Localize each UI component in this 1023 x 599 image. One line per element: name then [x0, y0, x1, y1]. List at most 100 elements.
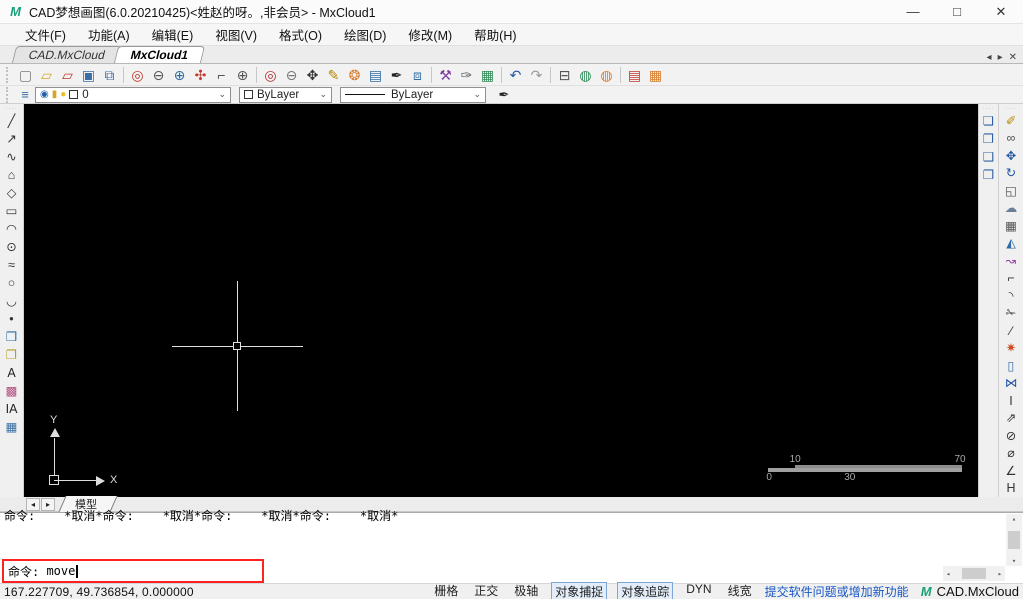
minimize-button[interactable]: —: [891, 0, 935, 23]
zoom-previous-icon[interactable]: ◎: [260, 65, 281, 85]
brush-style-icon[interactable]: ✒: [386, 65, 407, 85]
save-icon[interactable]: ▣: [78, 65, 99, 85]
create-block-icon[interactable]: ❐: [3, 346, 21, 364]
horizontal-scroll-thumb[interactable]: [962, 568, 986, 579]
match-properties-icon[interactable]: ✒: [494, 87, 514, 103]
status-toggle-dyn[interactable]: DYN: [683, 582, 714, 599]
copy-icon[interactable]: ∞: [1002, 130, 1020, 148]
pan-realtime-icon[interactable]: ✣: [190, 65, 211, 85]
ellipse-icon[interactable]: ○: [3, 274, 21, 292]
undo-icon[interactable]: ↶: [505, 65, 526, 85]
insert-block-icon[interactable]: ❒: [3, 328, 21, 346]
circle-icon[interactable]: ⊙: [3, 238, 21, 256]
extend-icon[interactable]: ∕: [1002, 322, 1020, 340]
status-toggle-polar[interactable]: 极轴: [511, 582, 541, 599]
collaboration-icon[interactable]: ⚒: [435, 65, 456, 85]
color-select[interactable]: ByLayer ⌄: [239, 87, 332, 103]
save-snapshot-icon[interactable]: ▦: [477, 65, 498, 85]
status-toggle-lineweight[interactable]: 线宽: [725, 582, 755, 599]
menu-item-2[interactable]: 编辑(E): [141, 23, 205, 46]
viewport-window-icon[interactable]: ⧈: [407, 65, 428, 85]
ellipse-arc-icon[interactable]: ◡: [3, 292, 21, 310]
web-home-icon[interactable]: ◍: [575, 65, 596, 85]
tab-close-icon[interactable]: ✕: [1009, 52, 1017, 63]
export-image-icon[interactable]: ▦: [645, 65, 666, 85]
layer-lock-icon[interactable]: ▮: [52, 89, 58, 100]
trim-icon[interactable]: ✁: [1002, 305, 1020, 323]
close-button[interactable]: ✕: [979, 0, 1023, 23]
status-toggle-osnap[interactable]: 对象捕捉: [551, 582, 607, 599]
vertical-scroll-thumb[interactable]: [1008, 531, 1020, 549]
zoom-window-icon[interactable]: ⌐: [211, 65, 232, 85]
fillet-icon[interactable]: ◝: [1002, 287, 1020, 305]
drawing-canvas[interactable]: Y X 1070 030: [24, 104, 978, 497]
spline-icon[interactable]: ≈: [3, 256, 21, 274]
dim-aligned-icon[interactable]: ⇗: [1002, 410, 1020, 428]
scroll-right-icon[interactable]: ▸: [997, 569, 1003, 579]
ray-icon[interactable]: ↗: [3, 130, 21, 148]
dim-continue-icon[interactable]: H: [1002, 480, 1020, 498]
command-vertical-scrollbar[interactable]: ▴ ▾: [1006, 514, 1022, 566]
scroll-down-icon[interactable]: ▾: [1011, 556, 1017, 566]
erase-icon[interactable]: ✐: [1002, 112, 1020, 130]
linetype-select[interactable]: ByLayer ⌄: [340, 87, 486, 103]
tab-scroll-right-icon[interactable]: ▸: [998, 52, 1003, 63]
single-text-icon[interactable]: A: [3, 364, 21, 382]
redo-icon[interactable]: ↷: [526, 65, 547, 85]
line-icon[interactable]: ╱: [3, 112, 21, 130]
status-toggle-ortho[interactable]: 正交: [471, 582, 501, 599]
explode-icon[interactable]: ✷: [1002, 340, 1020, 358]
rotate-icon[interactable]: ↻: [1002, 165, 1020, 183]
markup-pen-icon[interactable]: ✑: [456, 65, 477, 85]
open-cloud-file-icon[interactable]: ▱: [57, 65, 78, 85]
open-file-icon[interactable]: ▱: [36, 65, 57, 85]
tab-cad-mxcloud[interactable]: CAD.MxCloud: [12, 46, 122, 63]
rectangle-icon[interactable]: ▭: [3, 202, 21, 220]
new-file-icon[interactable]: ▢: [15, 65, 36, 85]
zoom-realtime-icon[interactable]: ◎: [127, 65, 148, 85]
command-window[interactable]: 命令: *取消*命令: *取消*命令: *取消*命令: *取消* 命令: mov…: [0, 512, 1023, 583]
table-icon[interactable]: ▦: [3, 418, 21, 436]
status-toggle-otrack[interactable]: 对象追踪: [617, 582, 673, 599]
chamfer-icon[interactable]: ⌐: [1002, 270, 1020, 288]
maximize-button[interactable]: □: [935, 0, 979, 23]
save-all-icon[interactable]: ⧉: [99, 65, 120, 85]
zoom-out-icon[interactable]: ⊖: [148, 65, 169, 85]
menu-item-7[interactable]: 帮助(H): [463, 23, 527, 46]
print-icon[interactable]: ⊟: [554, 65, 575, 85]
layers-icon[interactable]: ≡: [15, 87, 35, 102]
dim-diameter-icon[interactable]: ⌀: [1002, 445, 1020, 463]
menu-item-1[interactable]: 功能(A): [77, 23, 141, 46]
command-horizontal-scrollbar[interactable]: ◂ ▸: [943, 566, 1005, 581]
layer-visibility-icon[interactable]: ◉: [40, 89, 49, 100]
web-cloud-icon[interactable]: ◍: [596, 65, 617, 85]
polygon-filled-icon[interactable]: ◇: [3, 184, 21, 202]
move-icon[interactable]: ✥: [1002, 147, 1020, 165]
menu-item-4[interactable]: 格式(O): [268, 23, 333, 46]
layer-manager-icon[interactable]: ▤: [365, 65, 386, 85]
layer-select[interactable]: ◉▮● 0 ⌄: [35, 87, 231, 103]
feedback-link[interactable]: 提交软件问题或增加新功能: [765, 583, 909, 599]
menu-item-5[interactable]: 绘图(D): [333, 23, 397, 46]
wipeout-icon[interactable]: ▯: [1002, 357, 1020, 375]
break-icon[interactable]: ⋈: [1002, 375, 1020, 393]
dim-angular-icon[interactable]: ∠: [1002, 462, 1020, 480]
menu-item-0[interactable]: 文件(F): [14, 23, 77, 46]
array-icon[interactable]: ▦: [1002, 217, 1020, 235]
hatch-icon[interactable]: ▩: [3, 382, 21, 400]
command-input-highlight-box[interactable]: 命令: move: [2, 559, 264, 583]
polygon-icon[interactable]: ⌂: [3, 166, 21, 184]
scroll-left-icon[interactable]: ◂: [945, 569, 951, 579]
offset-icon[interactable]: ↝: [1002, 252, 1020, 270]
color-palette-icon[interactable]: ❂: [344, 65, 365, 85]
export-pdf-icon[interactable]: ▤: [624, 65, 645, 85]
dim-radius-icon[interactable]: ⊘: [1002, 427, 1020, 445]
menu-item-3[interactable]: 视图(V): [204, 23, 268, 46]
send-to-back-icon[interactable]: ❐: [980, 130, 998, 148]
point-icon[interactable]: •: [3, 310, 21, 328]
scroll-up-icon[interactable]: ▴: [1011, 514, 1017, 524]
mirror-icon[interactable]: ◭: [1002, 235, 1020, 253]
menu-item-6[interactable]: 修改(M): [397, 23, 463, 46]
scale-icon[interactable]: ◱: [1002, 182, 1020, 200]
zoom-in-icon[interactable]: ⊕: [232, 65, 253, 85]
